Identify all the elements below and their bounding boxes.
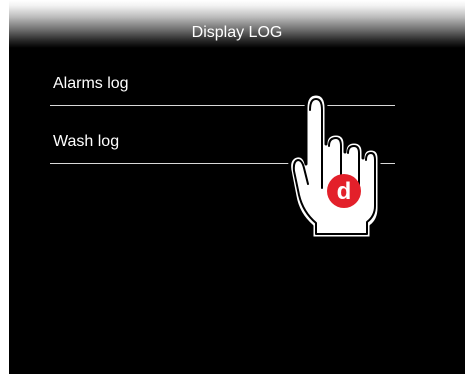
menu-item-label: Wash log	[53, 133, 120, 150]
pointing-hand-icon: d	[288, 92, 381, 240]
d-badge-letter: d	[337, 178, 352, 205]
menu-item-label: Alarms log	[53, 75, 129, 92]
device-screen: Display LOG Alarms log Wash log	[9, 0, 465, 374]
title-bar: Display LOG	[9, 0, 465, 48]
page-title: Display LOG	[191, 24, 283, 41]
